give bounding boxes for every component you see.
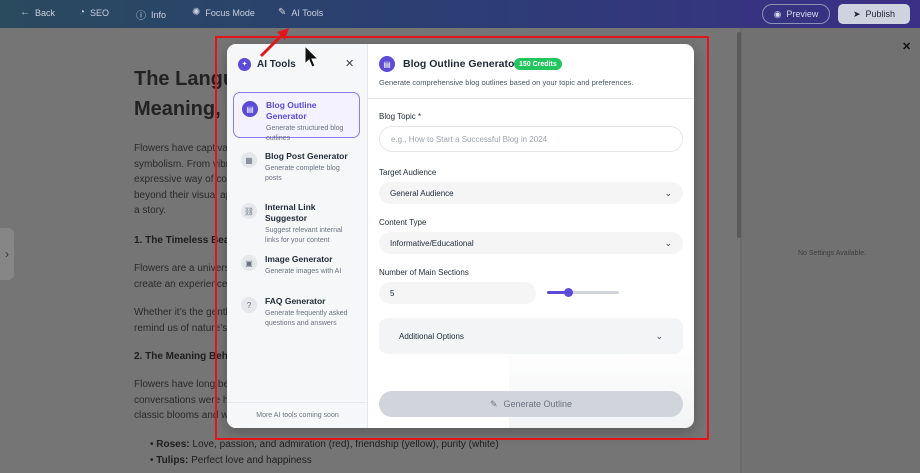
seo-button[interactable]: ◔ SEO (79, 7, 109, 18)
send-icon: ➤ (852, 8, 861, 19)
preview-button[interactable]: ◉ Preview (762, 4, 830, 24)
focus-mode-button[interactable]: ✺ Focus Mode (192, 7, 255, 18)
arrow-left-icon: ← (20, 7, 30, 18)
gauge-icon: ◔ (79, 7, 86, 18)
back-button[interactable]: ← Back (20, 7, 55, 18)
eye-icon: ◉ (773, 8, 782, 19)
article-title-line-2: Meaning, (134, 98, 221, 120)
article-paragraph: Whether it’s the gentl remind us of natu… (134, 307, 228, 334)
list-item: • Roses: Love, passion, and admiration (… (150, 439, 499, 450)
close-icon[interactable]: ✕ (902, 40, 911, 53)
top-bar: ← Back ◔ SEO ⓘ Info ✺ Focus Mode ✎ AI Tools ◉… (0, 0, 920, 28)
annotation-arrow-icon (259, 28, 289, 58)
publish-button[interactable]: ➤ Publish (838, 4, 910, 24)
list-item: • Tulips: Perfect love and happiness (150, 455, 312, 466)
no-settings-text: No Settings Available. (798, 250, 866, 257)
highlight-annotation-box (215, 36, 709, 440)
ai-tools-button[interactable]: ✎ AI Tools (278, 7, 323, 18)
editor-scrollbar[interactable] (737, 32, 741, 238)
magic-wand-icon: ✎ (278, 7, 287, 18)
sidebar-expand-handle[interactable]: › (0, 228, 14, 280)
info-button[interactable]: ⓘ Info (136, 7, 166, 23)
focus-icon: ✺ (192, 7, 201, 18)
info-icon: ⓘ (136, 11, 146, 22)
chevron-right-icon: › (5, 247, 9, 261)
mouse-cursor-icon (304, 45, 320, 68)
